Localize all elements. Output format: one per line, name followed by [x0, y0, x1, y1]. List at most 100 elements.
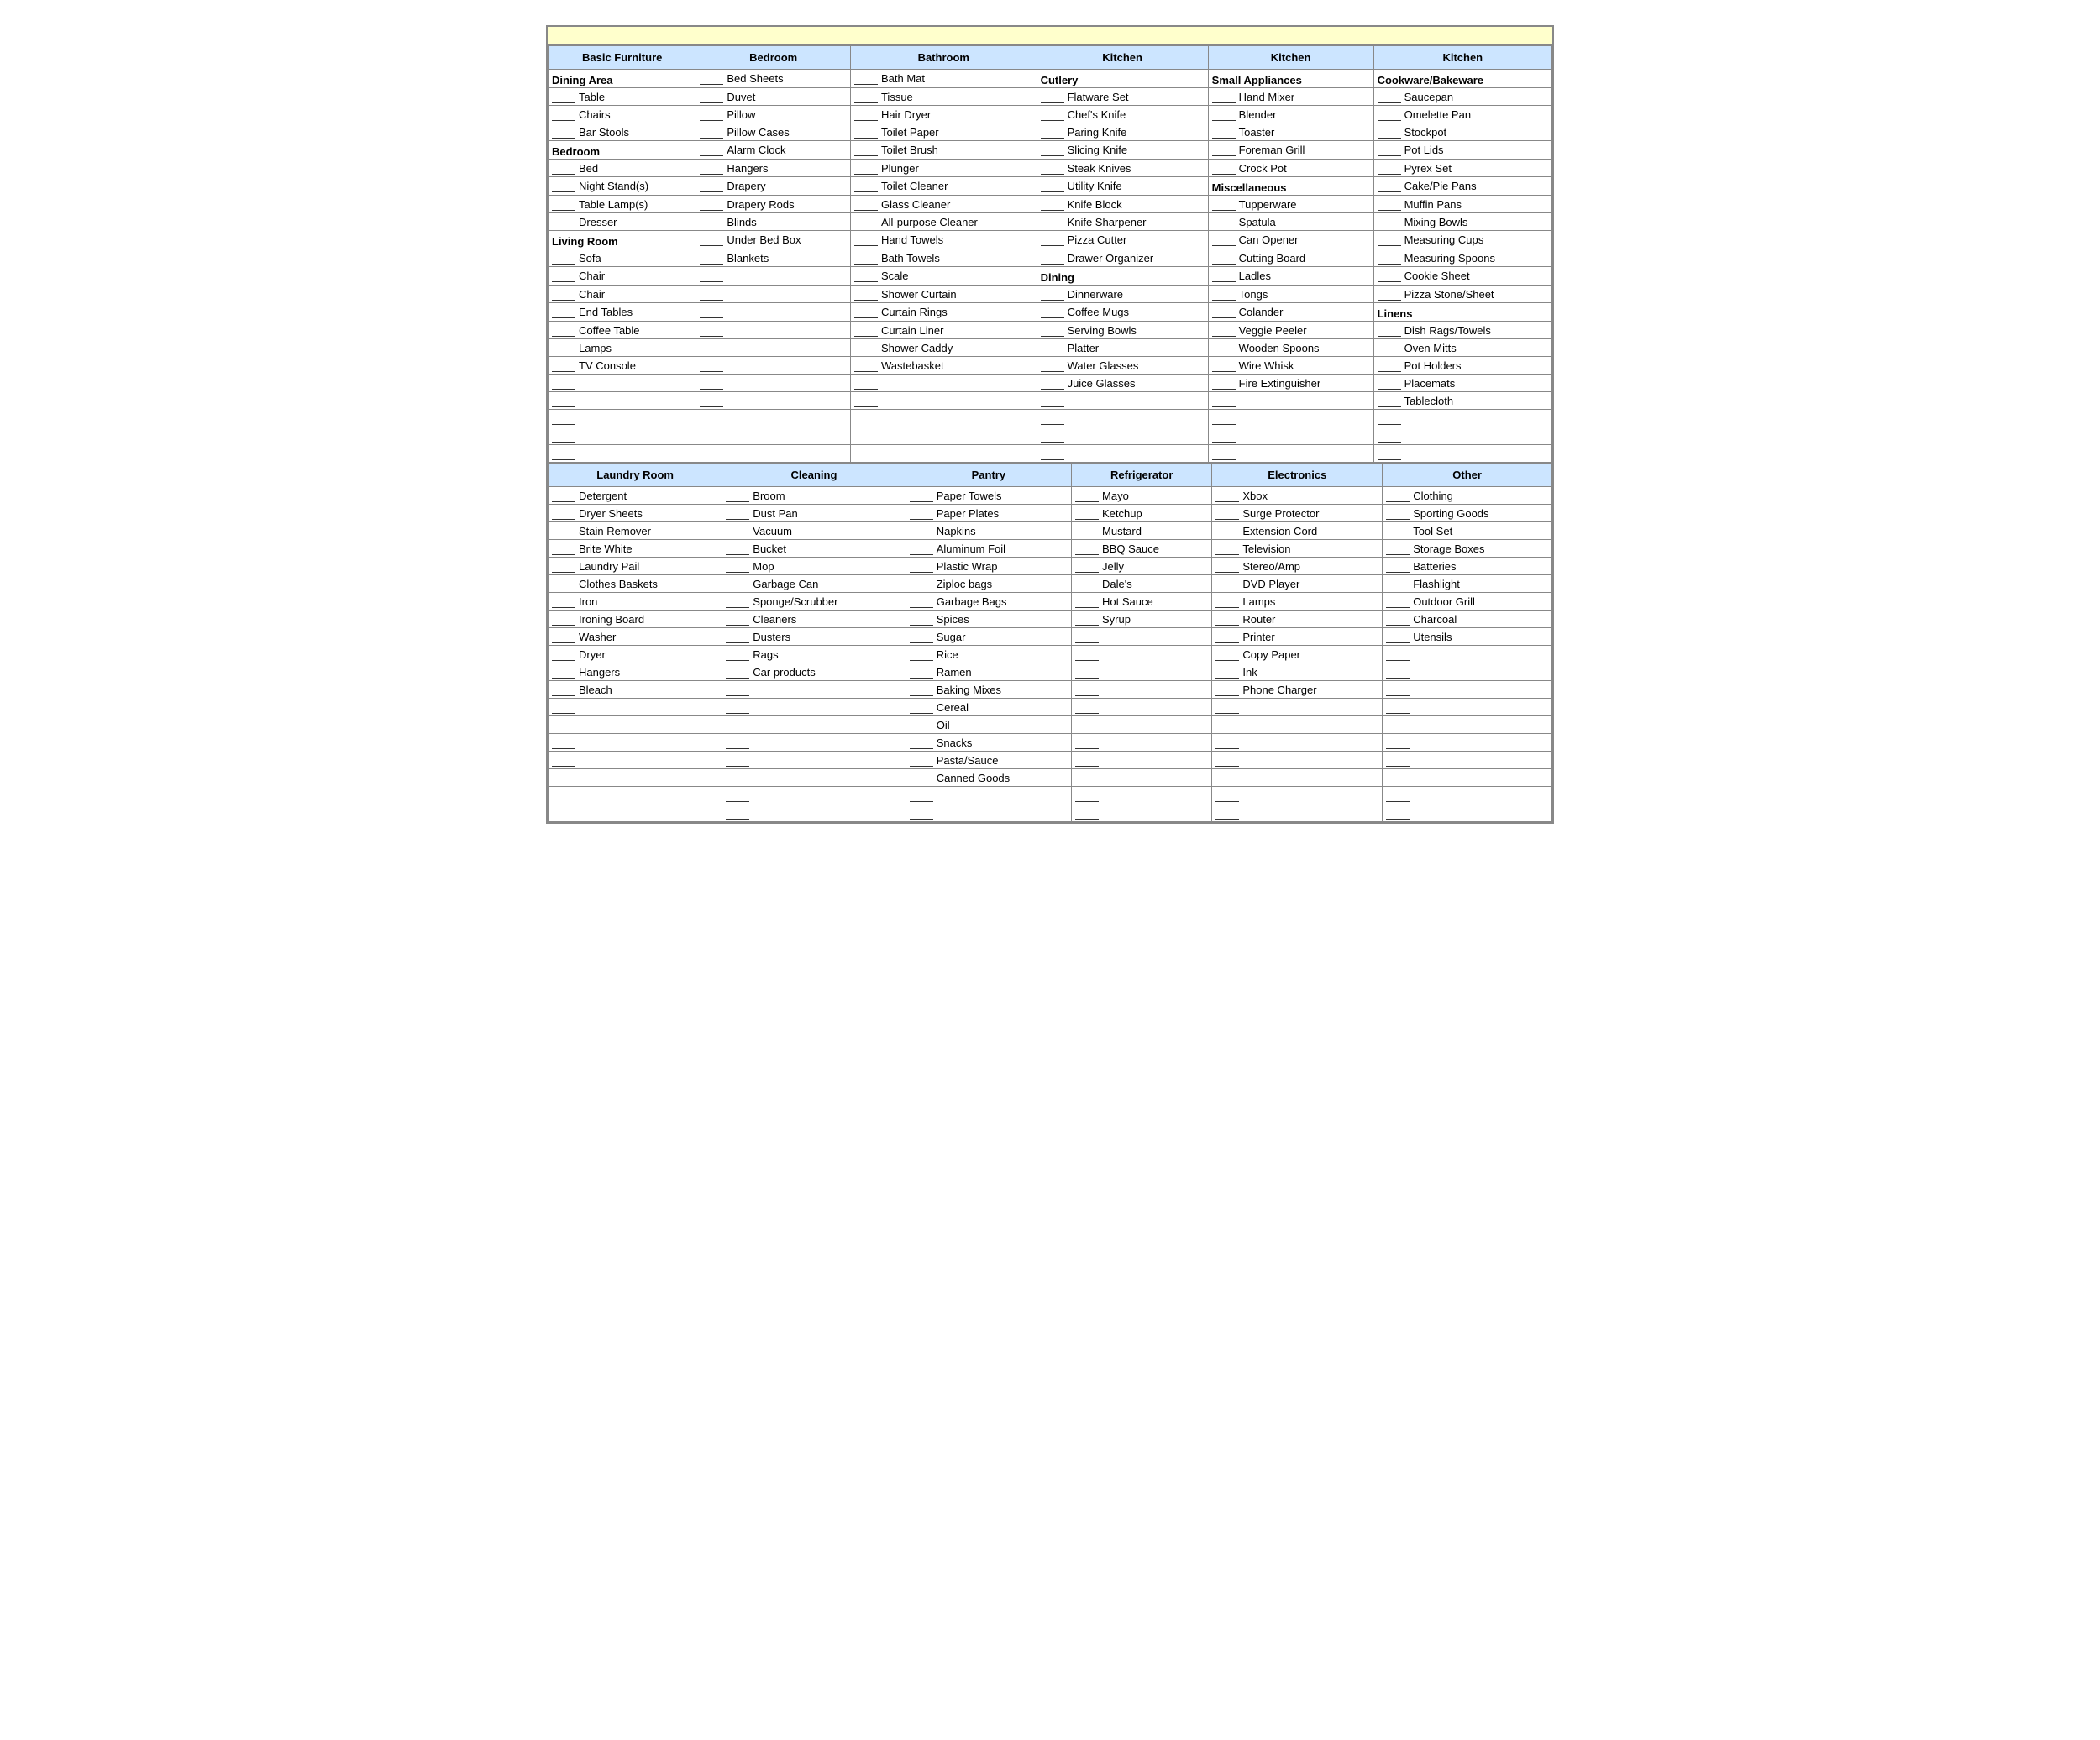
empty-line [1378, 446, 1548, 461]
table-cell: Copy Paper [1212, 646, 1383, 663]
empty-checkbox [1215, 718, 1239, 731]
table-cell: Broom [722, 487, 906, 505]
table-cell: Curtain Rings [850, 303, 1037, 322]
table-cell: Dust Pan [722, 505, 906, 522]
table-cell: Knife Block [1037, 196, 1208, 213]
item-label: Drapery [727, 180, 765, 192]
table-cell: Clothes Baskets [549, 575, 722, 593]
item-label: Oil [937, 719, 950, 731]
checkbox-line [726, 559, 749, 573]
list-item: Mixing Bowls [1378, 214, 1548, 229]
item-label: Drawer Organizer [1068, 252, 1154, 265]
checkbox-line [552, 251, 575, 265]
empty-line [1075, 752, 1208, 768]
empty-checkbox [552, 411, 575, 425]
empty-line [910, 805, 1068, 820]
column-header: Refrigerator [1072, 464, 1212, 487]
list-item: Omelette Pan [1378, 107, 1548, 122]
item-label: Lamps [1242, 595, 1275, 608]
section-header: Bedroom [552, 142, 692, 158]
table-cell [696, 339, 851, 357]
empty-checkbox [854, 376, 878, 390]
empty-checkbox [1075, 789, 1099, 802]
checkbox-line [1212, 143, 1236, 156]
list-item: Washer [552, 629, 718, 644]
table-cell: Platter [1037, 339, 1208, 357]
checkbox-line [1378, 359, 1401, 372]
list-item: Cookie Sheet [1378, 268, 1548, 283]
empty-line [1386, 752, 1548, 768]
item-label: Ziploc bags [937, 578, 992, 590]
table-cell: DVD Player [1212, 575, 1383, 593]
table-cell: Bath Mat [850, 70, 1037, 88]
section-header: Cookware/Bakeware [1378, 71, 1548, 86]
item-label: Spatula [1239, 216, 1276, 228]
checkbox-line [552, 612, 575, 626]
item-label: Cutting Board [1239, 252, 1306, 265]
list-item: Router [1215, 611, 1378, 626]
table-cell: Baking Mixes [906, 681, 1071, 699]
item-label: Bath Towels [881, 252, 940, 265]
list-item: TV Console [552, 358, 692, 373]
empty-checkbox [1075, 665, 1099, 679]
list-item: Curtain Liner [854, 322, 1033, 338]
item-label: Can Opener [1239, 233, 1299, 246]
list-item: Tupperware [1212, 197, 1370, 212]
table-cell [696, 375, 851, 392]
checkbox-line [1215, 524, 1239, 537]
item-label: Cleaners [753, 613, 796, 626]
top-table: Basic FurnitureBedroomBathroomKitchenKit… [548, 45, 1552, 463]
item-label: Tongs [1239, 288, 1268, 301]
empty-line [1075, 805, 1208, 820]
list-item: BBQ Sauce [1075, 541, 1208, 556]
table-cell: Clothing [1383, 487, 1552, 505]
empty-checkbox [552, 718, 575, 731]
list-item: Water Glasses [1041, 358, 1205, 373]
table-cell [1212, 804, 1383, 822]
item-label: Aluminum Foil [937, 542, 1005, 555]
table-cell: Dryer Sheets [549, 505, 722, 522]
list-item: Extension Cord [1215, 523, 1378, 538]
item-label: Blender [1239, 108, 1277, 121]
table-cell [1383, 663, 1552, 681]
list-item: Bath Mat [854, 71, 1033, 86]
item-label: Dryer Sheets [579, 507, 643, 520]
item-label: Shower Curtain [881, 288, 957, 301]
item-label: Pizza Cutter [1068, 233, 1127, 246]
table-cell: Dining [1037, 267, 1208, 286]
table-cell: Under Bed Box [696, 231, 851, 249]
item-label: All-purpose Cleaner [881, 216, 978, 228]
list-item: Saucepan [1378, 89, 1548, 104]
item-label: Bath Mat [881, 72, 925, 85]
list-item: Veggie Peeler [1212, 322, 1370, 338]
empty-checkbox [1386, 789, 1410, 802]
item-label: Sporting Goods [1413, 507, 1488, 520]
table-cell: Bucket [722, 540, 906, 558]
table-cell: Dryer [549, 646, 722, 663]
checkbox-line [910, 647, 933, 661]
list-item: Knife Sharpener [1041, 214, 1205, 229]
table-cell: Coffee Mugs [1037, 303, 1208, 322]
empty-line [1075, 629, 1208, 644]
table-cell: Foreman Grill [1208, 141, 1373, 160]
checkbox-line [552, 630, 575, 643]
empty-checkbox [552, 736, 575, 749]
table-cell [1208, 427, 1373, 445]
empty-line [700, 358, 847, 373]
list-item: Glass Cleaner [854, 197, 1033, 212]
list-item: Drapery [700, 178, 847, 193]
table-cell [696, 392, 851, 410]
item-label: Dryer [579, 648, 606, 661]
empty-checkbox [726, 789, 749, 802]
checkbox-line [552, 542, 575, 555]
empty-checkbox [552, 771, 575, 784]
empty-checkbox [1378, 447, 1401, 460]
checkbox-line [552, 179, 575, 192]
checkbox-line [1041, 90, 1064, 103]
list-item: Bleach [552, 682, 718, 697]
list-item: Pillow Cases [700, 124, 847, 139]
item-label: Chairs [579, 108, 611, 121]
checkbox-line [1041, 376, 1064, 390]
empty-checkbox [726, 806, 749, 820]
table-cell: Omelette Pan [1373, 106, 1551, 123]
